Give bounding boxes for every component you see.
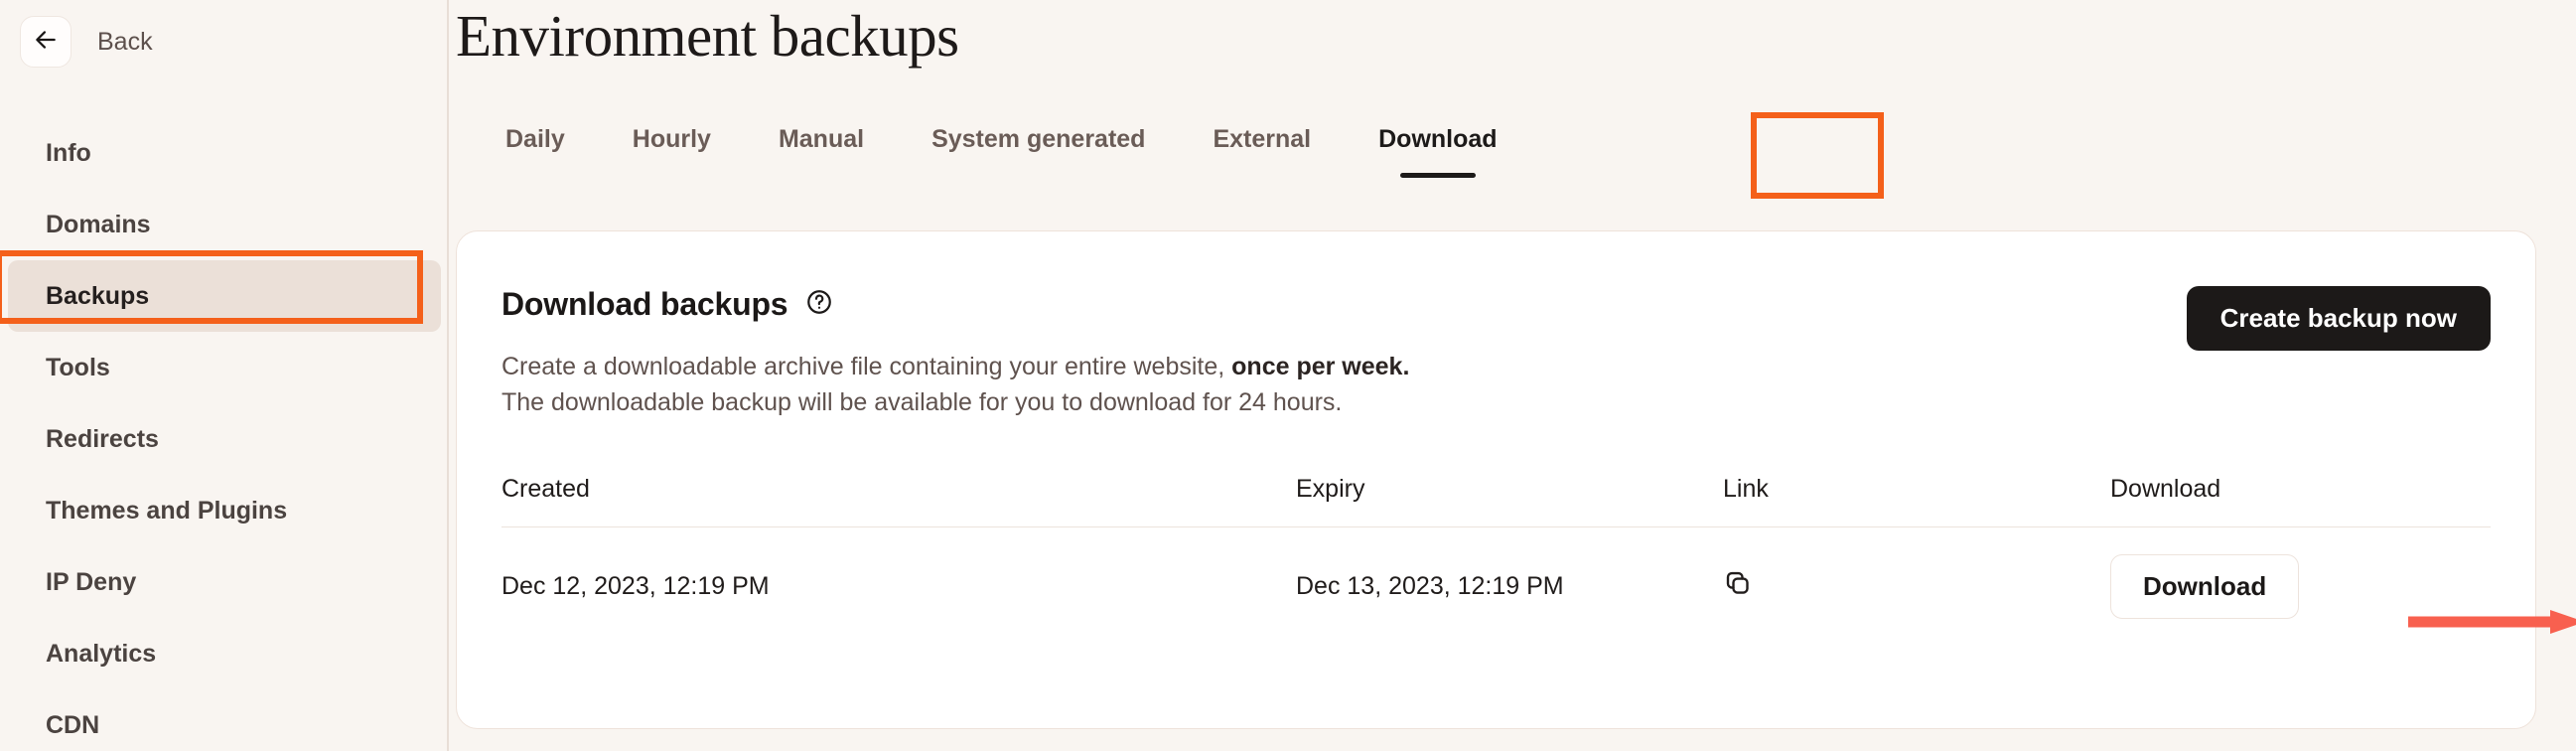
card-description: Create a downloadable archive file conta…	[501, 349, 1409, 421]
tab-system-generated[interactable]: System generated	[898, 121, 1179, 164]
back-navigation[interactable]: Back	[20, 16, 153, 68]
sidebar-item-label: IP Deny	[46, 567, 137, 596]
annotation-box-tab-download	[1751, 112, 1884, 199]
sidebar-item-label: CDN	[46, 710, 100, 739]
column-header-expiry: Expiry	[1296, 475, 1365, 503]
tab-daily[interactable]: Daily	[472, 121, 599, 164]
sidebar-item-tools[interactable]: Tools	[8, 332, 441, 403]
sidebar-item-themes-and-plugins[interactable]: Themes and Plugins	[8, 475, 441, 546]
tab-bar: Daily Hourly Manual System generated Ext…	[472, 121, 1531, 178]
sidebar-item-domains[interactable]: Domains	[8, 189, 441, 260]
table-header-row: Created Expiry Link Download	[501, 452, 2491, 527]
sidebar-item-label: Tools	[46, 353, 110, 381]
card-description-line-1-text: Create a downloadable archive file conta…	[501, 353, 1232, 380]
active-tab-underline	[1399, 173, 1476, 178]
sidebar-item-redirects[interactable]: Redirects	[8, 403, 441, 475]
sidebar-item-analytics[interactable]: Analytics	[8, 618, 441, 689]
tab-label: External	[1213, 125, 1312, 153]
column-header-link: Link	[1723, 475, 1769, 503]
tab-hourly[interactable]: Hourly	[599, 121, 745, 164]
download-backups-card: Download backups Create backup now Creat…	[456, 230, 2536, 729]
tab-label: Hourly	[632, 125, 711, 153]
tab-manual[interactable]: Manual	[745, 121, 898, 164]
card-title: Download backups	[501, 286, 788, 322]
sidebar-item-label: Analytics	[46, 639, 157, 668]
card-title-group: Download backups	[501, 286, 833, 323]
copy-icon	[1723, 568, 1753, 601]
sidebar-item-backups[interactable]: Backups	[8, 260, 441, 332]
tab-label: Manual	[778, 125, 865, 153]
sidebar-item-label: Info	[46, 138, 91, 167]
arrow-left-icon	[33, 27, 59, 58]
card-description-line-1-emphasis: once per week.	[1231, 353, 1410, 380]
question-circle-icon[interactable]	[805, 288, 833, 321]
app-root: Back Info Domains Backups Tools Redirect…	[0, 0, 2576, 751]
sidebar: Back Info Domains Backups Tools Redirect…	[0, 0, 449, 751]
row-download-button[interactable]: Download	[2110, 553, 2300, 619]
copy-link-button[interactable]	[1723, 568, 1753, 601]
sidebar-item-cdn[interactable]: CDN	[8, 689, 441, 751]
tab-external[interactable]: External	[1179, 121, 1345, 164]
column-header-download: Download	[2110, 475, 2221, 503]
sidebar-item-label: Backups	[46, 281, 150, 310]
back-button[interactable]	[20, 16, 72, 68]
back-label: Back	[97, 27, 153, 56]
cell-created: Dec 12, 2023, 12:19 PM	[501, 571, 770, 600]
create-backup-now-button[interactable]: Create backup now	[2186, 286, 2491, 351]
main-content: Environment backups Daily Hourly Manual …	[452, 0, 2576, 751]
card-description-line-2: The downloadable backup will be availabl…	[501, 388, 1343, 417]
sidebar-item-info[interactable]: Info	[8, 117, 441, 189]
cell-link	[1723, 568, 2110, 605]
card-description-line-1: Create a downloadable archive file conta…	[501, 349, 1409, 384]
cell-download: Download	[2110, 553, 2491, 619]
cell-expiry: Dec 13, 2023, 12:19 PM	[1296, 571, 1564, 600]
tab-download[interactable]: Download	[1345, 121, 1530, 178]
tab-label: Daily	[505, 125, 565, 153]
page-title: Environment backups	[456, 3, 959, 69]
sidebar-item-label: Themes and Plugins	[46, 496, 288, 525]
card-header: Download backups Create backup now	[501, 286, 2491, 351]
tab-label: Download	[1378, 125, 1498, 153]
table-row: Dec 12, 2023, 12:19 PM Dec 13, 2023, 12:…	[501, 527, 2491, 645]
sidebar-item-ip-deny[interactable]: IP Deny	[8, 546, 441, 618]
sidebar-nav: Info Domains Backups Tools Redirects The…	[0, 117, 449, 751]
sidebar-item-label: Domains	[46, 210, 151, 238]
sidebar-item-label: Redirects	[46, 424, 159, 453]
backups-table: Created Expiry Link Download Dec 12, 202…	[501, 452, 2491, 645]
column-header-created: Created	[501, 475, 590, 503]
tab-label: System generated	[931, 125, 1146, 153]
